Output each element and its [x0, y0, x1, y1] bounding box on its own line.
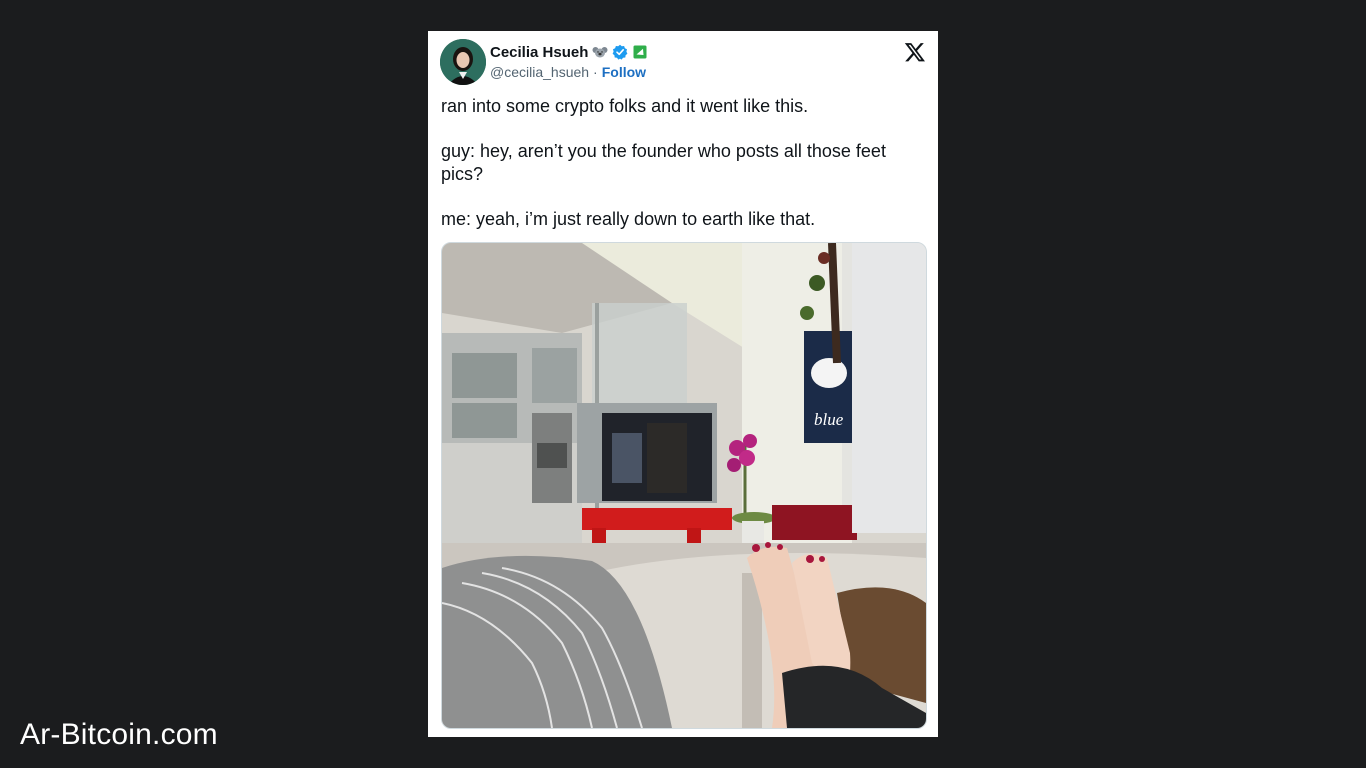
- verified-badge-icon[interactable]: [612, 44, 628, 60]
- tweet-header: Cecilia Hsueh @cecilia_hsueh · Follow: [440, 39, 926, 85]
- koala-emoji-icon: [592, 44, 608, 60]
- avatar[interactable]: [440, 39, 486, 85]
- svg-text:blue: blue: [814, 410, 844, 429]
- separator-dot: ·: [593, 64, 598, 80]
- green-chat-icon: [632, 44, 648, 60]
- tweet-paragraph: me: yeah, i’m just really down to earth …: [441, 209, 816, 229]
- tweet-text: ran into some crypto folks and it went l…: [441, 95, 929, 231]
- living-room-photo: blue: [442, 243, 926, 728]
- tweet-paragraph: guy: hey, aren’t you the founder who pos…: [441, 141, 886, 184]
- tweet-photo[interactable]: blue: [441, 242, 927, 729]
- tweet-embed-card: Cecilia Hsueh @cecilia_hsueh · Follow ra…: [428, 31, 938, 737]
- screenshot-stage: Cecilia Hsueh @cecilia_hsueh · Follow ra…: [0, 0, 1366, 768]
- author-block: Cecilia Hsueh @cecilia_hsueh · Follow: [490, 43, 648, 80]
- author-handle[interactable]: @cecilia_hsueh: [490, 64, 589, 80]
- author-name[interactable]: Cecilia Hsueh: [490, 44, 588, 61]
- watermark-text: Ar-Bitcoin.com: [20, 718, 218, 751]
- follow-button[interactable]: Follow: [602, 64, 646, 80]
- tweet-paragraph: ran into some crypto folks and it went l…: [441, 96, 809, 116]
- x-logo-icon[interactable]: [904, 41, 926, 63]
